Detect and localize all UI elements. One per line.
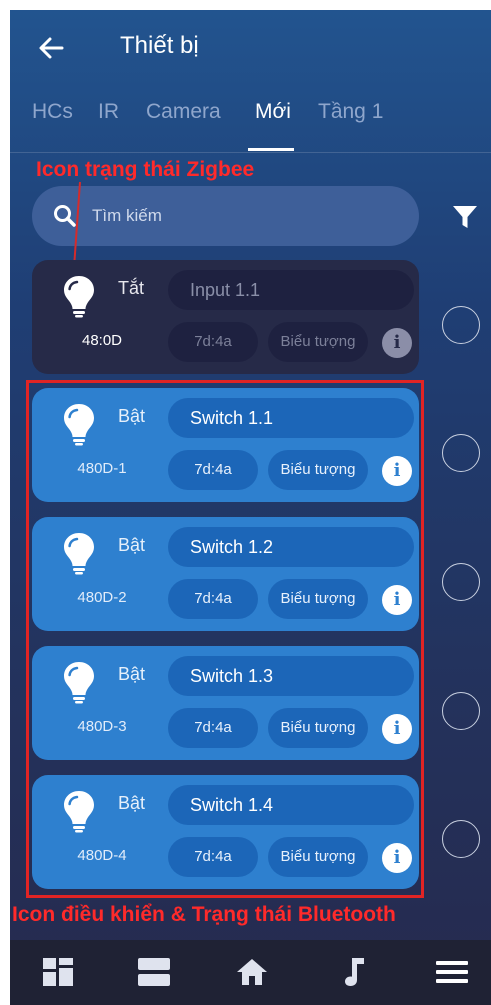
annotation-bluetooth-label: Icon điều khiển & Trạng thái Bluetooth <box>12 903 396 926</box>
bulb-icon <box>64 276 94 318</box>
active-tab-indicator <box>248 148 294 151</box>
tab-tang-1[interactable]: Tầng 1 <box>318 100 383 124</box>
select-radio-switch-1-4[interactable] <box>442 820 480 858</box>
device-code: 7d:4a <box>168 322 258 362</box>
tab-moi[interactable]: Mới <box>255 100 291 124</box>
music-icon[interactable] <box>336 954 372 990</box>
select-radio-switch-1-2[interactable] <box>442 563 480 601</box>
device-card-input-1-1[interactable]: Tắt 48:0D Input 1.1 7d:4a Biểu tượng i <box>32 260 419 374</box>
device-state: Tắt <box>118 278 145 298</box>
app-screen: Thiết bị HCs IR Camera Mới Tầng 1 Icon t… <box>10 10 491 1005</box>
info-icon[interactable]: i <box>382 328 412 358</box>
search-input[interactable] <box>92 200 392 232</box>
select-radio-input-1-1[interactable] <box>442 306 480 344</box>
select-radio-switch-1-1[interactable] <box>442 434 480 472</box>
search-icon <box>54 205 76 227</box>
annotation-zigbee-label: Icon trạng thái Zigbee <box>36 158 255 181</box>
header: Thiết bị <box>10 10 491 90</box>
icon-picker-button[interactable]: Biểu tượng <box>268 322 368 362</box>
search-bar[interactable] <box>32 186 419 246</box>
tab-divider <box>10 152 491 153</box>
tab-hcs[interactable]: HCs <box>32 100 73 124</box>
home-icon[interactable] <box>234 954 270 990</box>
annotation-highlight-box <box>26 380 424 898</box>
tab-ir[interactable]: IR <box>98 100 119 124</box>
dashboard-icon[interactable] <box>40 954 76 990</box>
select-radio-switch-1-3[interactable] <box>442 692 480 730</box>
back-arrow-icon[interactable] <box>32 28 72 68</box>
device-address: 48:0D <box>81 332 123 349</box>
rooms-icon[interactable] <box>136 954 172 990</box>
tab-camera[interactable]: Camera <box>146 100 221 124</box>
bottom-nav <box>10 940 491 1005</box>
device-name[interactable]: Input 1.1 <box>168 270 414 310</box>
filter-icon[interactable] <box>450 202 480 232</box>
page-title: Thiết bị <box>120 32 199 59</box>
menu-icon[interactable] <box>434 954 470 990</box>
tab-bar: HCs IR Camera Mới Tầng 1 <box>10 100 491 150</box>
